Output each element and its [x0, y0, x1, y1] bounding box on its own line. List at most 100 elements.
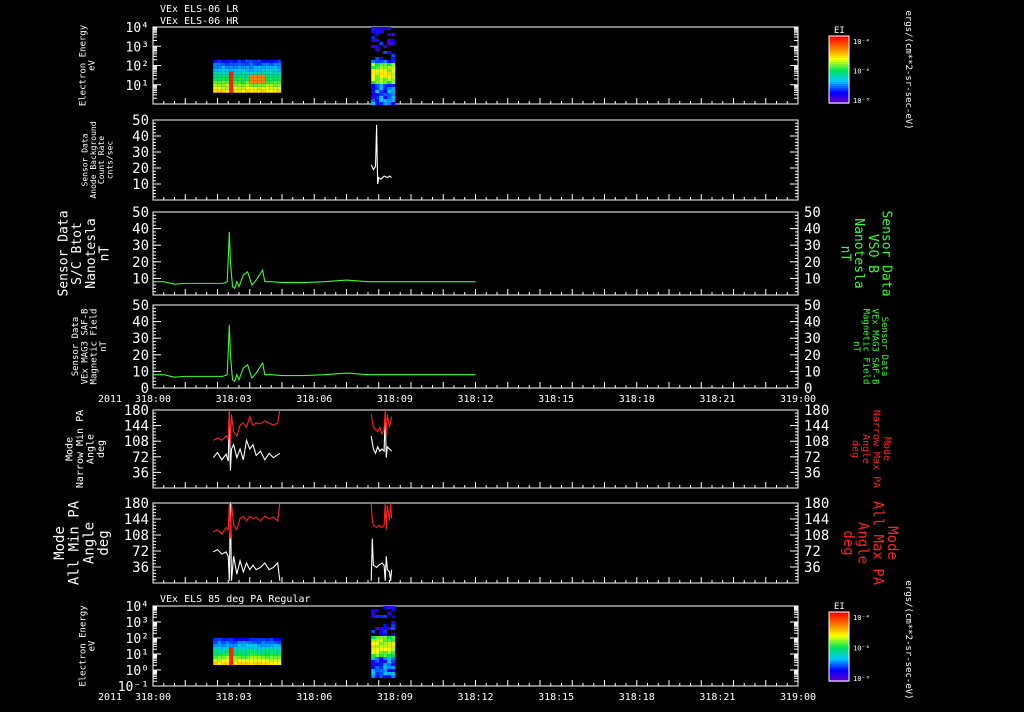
spectrogram-cell: [273, 650, 278, 653]
spectrogram-cell: [375, 57, 380, 60]
y-tick-label-right: 108: [804, 434, 829, 450]
spectrogram-cell: [249, 59, 254, 63]
y-tick-label: 40: [132, 129, 149, 145]
spectrogram-cell: [229, 641, 234, 644]
colorbar-cell: [829, 642, 849, 644]
x-tick-label: 318:09: [377, 692, 413, 703]
spectrogram-cell: [383, 675, 388, 678]
spectrogram-cell: [221, 77, 226, 81]
spectrogram-cell: [375, 87, 380, 90]
spectrogram-cell: [269, 650, 274, 653]
spectrogram-cell: [249, 638, 254, 641]
right-axis-label: Angle: [855, 522, 871, 564]
spectrogram-cell: [379, 660, 384, 663]
spectrogram-cell: [249, 65, 254, 69]
spectrogram-cell: [237, 638, 242, 641]
spectrogram-cell: [379, 27, 384, 30]
colorbar-cell: [829, 614, 849, 616]
colorbar-cell: [829, 82, 849, 84]
spectrogram-cell: [213, 62, 218, 66]
spectrogram-cell: [261, 647, 266, 650]
spectrogram-cell: [387, 60, 392, 63]
spectrogram-cell: [253, 641, 258, 644]
spectrogram-cell: [245, 62, 250, 66]
spectrogram-cell: [383, 606, 388, 609]
colorbar-cell: [829, 38, 849, 40]
spectrogram-cell: [379, 654, 384, 657]
spectrogram-cell: [233, 650, 238, 653]
y-tick-label-right: 30: [804, 238, 821, 254]
colorbar-cell: [829, 620, 849, 622]
spectrogram-cell: [253, 89, 258, 93]
spectrogram-cell: [383, 624, 388, 627]
spectrogram-cell: [371, 39, 376, 42]
spectrogram-cell: [213, 656, 218, 659]
spectrogram-cell: [375, 615, 380, 618]
spectrogram-cell: [383, 63, 388, 66]
spectrogram-cell: [371, 636, 376, 639]
spectrogram-cell: [241, 83, 246, 87]
spectrogram-cell: [261, 644, 266, 647]
y-tick-label-right: 20: [804, 255, 821, 271]
spectrogram-cell: [391, 33, 396, 36]
spectrogram-cell: [383, 633, 388, 636]
spectrogram-cell: [383, 60, 388, 63]
spectrogram-cell: [265, 650, 270, 653]
spectrogram-cell: [273, 68, 278, 72]
spectrogram-cell: [221, 83, 226, 87]
spectrogram-cell: [245, 638, 250, 641]
spectrogram-cell: [257, 83, 262, 87]
spectrogram-cell: [383, 663, 388, 666]
spectrogram-cell: [261, 656, 266, 659]
spectrogram-cell: [387, 39, 392, 42]
colorbar-cell: [829, 90, 849, 92]
spectrogram-cell: [233, 86, 238, 90]
colorbar-label: EI: [834, 602, 845, 612]
spectrogram-cell: [375, 657, 380, 660]
series-line-p3: [153, 231, 476, 290]
spectrogram-cell: [221, 86, 226, 90]
spectrogram-cell: [217, 659, 222, 662]
spectrogram-cell: [375, 627, 380, 630]
spectrogram-cell: [387, 69, 392, 72]
spectrogram-cell: [257, 89, 262, 93]
spectrogram-cell: [245, 656, 250, 659]
spectrogram-cell: [257, 77, 262, 81]
spectrogram-cell: [371, 672, 376, 675]
spectrogram-cell: [277, 641, 282, 644]
right-axis-label: deg: [840, 530, 856, 555]
y-tick-label-right: 144: [804, 419, 829, 435]
spectrogram-cell: [371, 84, 376, 87]
spectrogram-cell: [273, 662, 278, 665]
spectrogram-cell: [237, 659, 242, 662]
spectrogram-cell: [257, 65, 262, 69]
colorbar-cell: [829, 660, 849, 662]
spectrogram-cell: [277, 71, 282, 75]
spectrogram-cell: [383, 27, 388, 30]
spectrogram-cell: [217, 74, 222, 78]
spectrogram-cell: [249, 74, 254, 78]
spectrogram-cell: [391, 669, 396, 672]
spectrogram-cell: [391, 93, 396, 96]
spectrogram-cell: [253, 659, 258, 662]
colorbar-cell: [829, 50, 849, 52]
colorbar-cell: [829, 100, 849, 102]
series-line-p4: [153, 324, 476, 383]
spectrogram-cell: [221, 638, 226, 641]
spectrogram-cell: [245, 59, 250, 63]
spectrogram-cell: [217, 653, 222, 656]
spectrogram-cell: [249, 62, 254, 66]
spectrogram-cell: [261, 86, 266, 90]
spectrogram-cell: [277, 86, 282, 90]
spectrogram-cell: [269, 80, 274, 84]
spectrogram-cell: [245, 647, 250, 650]
spectrogram-cell: [225, 59, 230, 63]
spectrogram-cell: [391, 72, 396, 75]
spectrogram-cell: [225, 80, 230, 84]
spectrogram-cell: [241, 68, 246, 72]
spectrogram-cell: [391, 81, 396, 84]
spectrogram-cell: [253, 83, 258, 87]
spectrogram-cell: [245, 653, 250, 656]
y-tick-label: 72: [132, 544, 149, 560]
series-line-p6: [370, 538, 393, 581]
